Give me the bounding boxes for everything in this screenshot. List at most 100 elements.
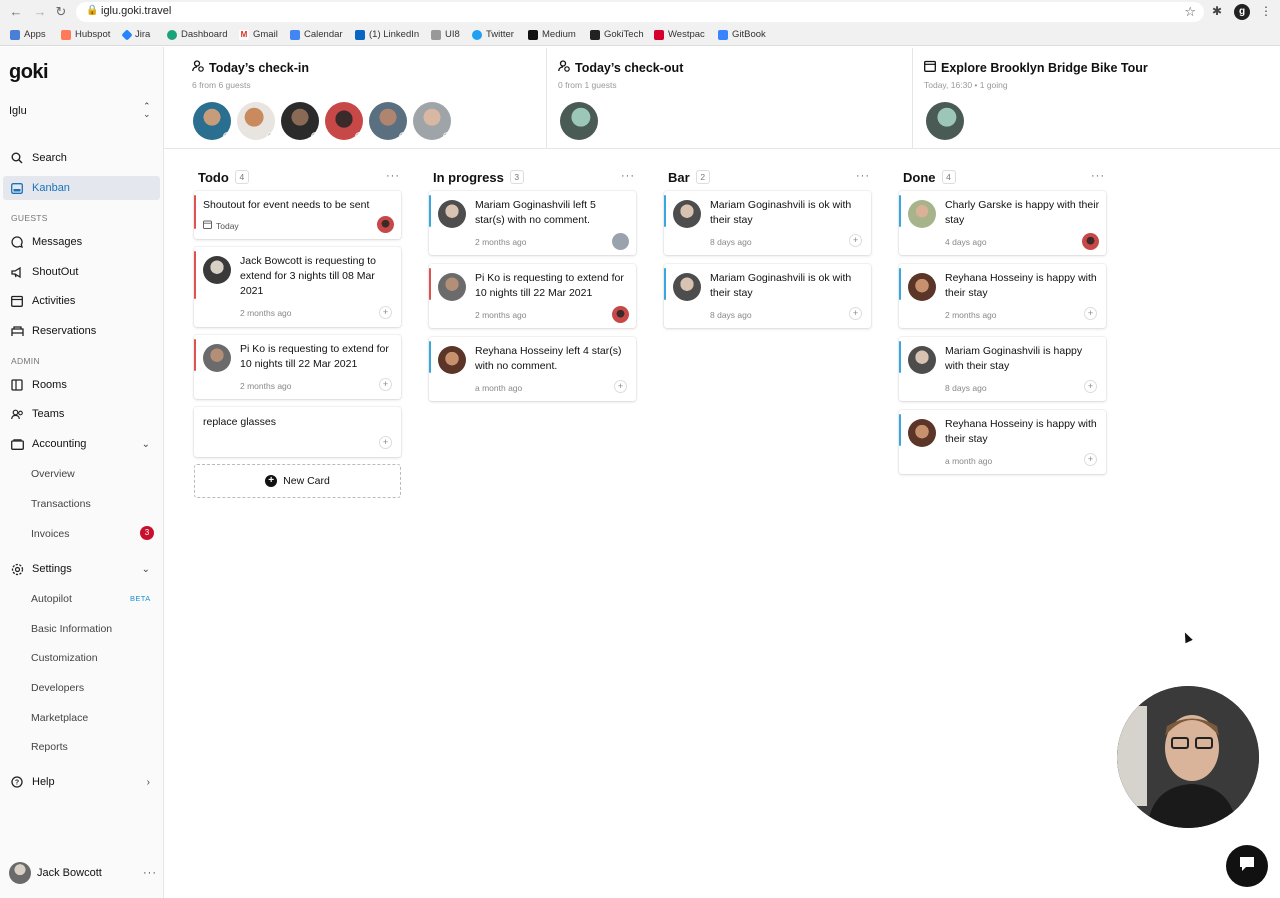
sidebar-item-reports[interactable]: Reports xyxy=(31,741,68,753)
assignee-avatar[interactable] xyxy=(377,216,394,233)
extensions-icon[interactable]: ✱ xyxy=(1212,4,1222,18)
bookmark-apps[interactable]: Apps xyxy=(10,29,46,40)
sidebar-item-shoutout[interactable]: ShoutOut xyxy=(3,260,160,284)
check-icon xyxy=(223,132,231,140)
bookmark-medium[interactable]: Medium xyxy=(528,29,576,40)
bookmark-twitter[interactable]: Twitter xyxy=(472,29,514,40)
chevron-down-icon[interactable]: ⌄ xyxy=(142,439,150,450)
kanban-card[interactable]: Mariam Goginashvili left 5 star(s) with … xyxy=(429,191,636,255)
kanban-card[interactable]: Mariam Goginashvili is ok with their sta… xyxy=(664,264,871,328)
sidebar-item-marketplace[interactable]: Marketplace xyxy=(31,712,88,724)
bookmark-ui8[interactable]: UI8 xyxy=(431,29,460,40)
help-icon: ? xyxy=(10,775,24,789)
add-assignee-button[interactable]: + xyxy=(849,307,862,320)
add-assignee-button[interactable]: + xyxy=(849,234,862,247)
column-menu-icon[interactable]: ··· xyxy=(1091,170,1105,182)
kanban-card[interactable]: Shoutout for event needs to be sent Toda… xyxy=(194,191,401,239)
kanban-card[interactable]: Pi Ko is requesting to extend for 10 nig… xyxy=(194,335,401,399)
sidebar-item-rooms[interactable]: Rooms xyxy=(3,373,160,397)
profile-avatar[interactable]: g xyxy=(1234,4,1250,20)
address-bar[interactable]: 🔒 iglu.goki.travel ☆ xyxy=(76,2,1204,22)
calendar-icon xyxy=(924,60,936,75)
sidebar-item-transactions[interactable]: Transactions xyxy=(31,498,91,510)
kanban-card[interactable]: Reyhana Hosseiny left 4 star(s) with no … xyxy=(429,337,636,401)
kanban-card[interactable]: Mariam Goginashvili is ok with their sta… xyxy=(664,191,871,255)
bookmark-gitbook[interactable]: GitBook xyxy=(718,29,766,40)
avatar[interactable] xyxy=(369,102,407,140)
bookmark-linkedin[interactable]: (1) LinkedIn xyxy=(355,29,419,40)
reload-icon[interactable]: ↻ xyxy=(53,4,69,20)
sidebar-item-reservations[interactable]: Reservations xyxy=(3,319,160,343)
column-menu-icon[interactable]: ··· xyxy=(621,170,635,182)
sidebar-item-overview[interactable]: Overview xyxy=(31,468,75,480)
column-menu-icon[interactable]: ··· xyxy=(386,170,400,182)
kanban-card[interactable]: Jack Bowcott is requesting to extend for… xyxy=(194,247,401,327)
kanban-card[interactable]: Reyhana Hosseiny is happy with their sta… xyxy=(899,264,1106,328)
chevron-updown-icon[interactable]: ⌃ ⌄ xyxy=(143,102,151,119)
column-menu-icon[interactable]: ··· xyxy=(856,170,870,182)
bookmark-jira[interactable]: Jira xyxy=(121,28,150,41)
avatar[interactable] xyxy=(926,102,964,140)
event-panel: Explore Brooklyn Bridge Bike Tour Today,… xyxy=(924,48,1280,149)
assignee-avatar[interactable] xyxy=(612,233,629,250)
bookmark-calendar[interactable]: Calendar xyxy=(290,29,343,40)
column-header-done: Done 4 xyxy=(903,169,956,185)
sidebar-item-help[interactable]: ? Help › xyxy=(3,770,160,794)
event-title[interactable]: Explore Brooklyn Bridge Bike Tour xyxy=(941,61,1148,75)
kanban-card[interactable]: replace glasses + xyxy=(194,407,401,457)
new-card-button[interactable]: + New Card xyxy=(194,464,401,498)
chevron-down-icon[interactable]: ⌄ xyxy=(142,564,150,575)
sidebar-item-basic-information[interactable]: Basic Information xyxy=(31,623,112,635)
sidebar-item-activities[interactable]: Activities xyxy=(3,289,160,313)
westpac-icon xyxy=(654,29,664,40)
bookmark-dashboard[interactable]: Dashboard xyxy=(167,29,227,40)
checkin-title: Today’s check-in xyxy=(209,60,310,75)
bookmark-hubspot[interactable]: Hubspot xyxy=(61,29,110,40)
add-assignee-button[interactable]: + xyxy=(1084,307,1097,320)
chat-button[interactable] xyxy=(1226,845,1268,887)
avatar[interactable] xyxy=(237,102,275,140)
kanban-card[interactable]: Pi Ko is requesting to extend for 10 nig… xyxy=(429,264,636,328)
add-assignee-button[interactable]: + xyxy=(379,436,392,449)
org-selector[interactable]: Iglu xyxy=(9,105,27,117)
bookmark-westpac[interactable]: Westpac xyxy=(654,29,705,40)
avatar[interactable] xyxy=(193,102,231,140)
more-icon[interactable]: ··· xyxy=(143,867,157,879)
bookmark-gmail[interactable]: M Gmail xyxy=(239,29,278,40)
sidebar-item-teams[interactable]: Teams xyxy=(3,402,160,426)
avatar[interactable] xyxy=(413,102,451,140)
sidebar-item-customization[interactable]: Customization xyxy=(31,652,98,664)
avatar[interactable] xyxy=(281,102,319,140)
sidebar-item-messages[interactable]: Messages xyxy=(3,230,160,254)
sidebar-item-kanban[interactable]: Kanban xyxy=(3,176,160,200)
sidebar-item-accounting[interactable]: Accounting ⌄ xyxy=(3,432,160,456)
bookmark-gokitech[interactable]: GokiTech xyxy=(590,29,644,40)
add-assignee-button[interactable]: + xyxy=(379,306,392,319)
add-assignee-button[interactable]: + xyxy=(1084,380,1097,393)
add-assignee-button[interactable]: + xyxy=(614,380,627,393)
forward-icon[interactable]: → xyxy=(32,4,48,20)
user-menu[interactable]: Jack Bowcott ··· xyxy=(9,861,157,885)
back-icon[interactable]: ← xyxy=(8,4,24,20)
assignee-avatar[interactable] xyxy=(1082,233,1099,250)
kanban-card[interactable]: Charly Garske is happy with their stay 4… xyxy=(899,191,1106,255)
sidebar-item-invoices[interactable]: Invoices xyxy=(31,528,70,540)
add-assignee-button[interactable]: + xyxy=(379,378,392,391)
goki-logo[interactable]: goki xyxy=(9,61,49,84)
avatar[interactable] xyxy=(325,102,363,140)
sidebar-item-developers[interactable]: Developers xyxy=(31,682,84,694)
sidebar-item-search[interactable]: Search xyxy=(3,146,160,170)
chevron-right-icon[interactable]: › xyxy=(147,777,150,788)
add-assignee-button[interactable]: + xyxy=(1084,453,1097,466)
gokitech-icon xyxy=(590,29,600,40)
sidebar-item-settings[interactable]: Settings ⌄ xyxy=(3,557,160,581)
browser-menu-icon[interactable]: ⋮ xyxy=(1260,4,1272,18)
bookmark-star-icon[interactable]: ☆ xyxy=(1184,4,1196,20)
assignee-avatar[interactable] xyxy=(612,306,629,323)
priority-bar xyxy=(664,195,666,227)
avatar[interactable] xyxy=(560,102,598,140)
sidebar-item-autopilot[interactable]: Autopilot xyxy=(31,593,72,605)
kanban-card[interactable]: Mariam Goginashvili is happy with their … xyxy=(899,337,1106,401)
kanban-card[interactable]: Reyhana Hosseiny is happy with their sta… xyxy=(899,410,1106,474)
accounting-icon xyxy=(10,437,24,451)
